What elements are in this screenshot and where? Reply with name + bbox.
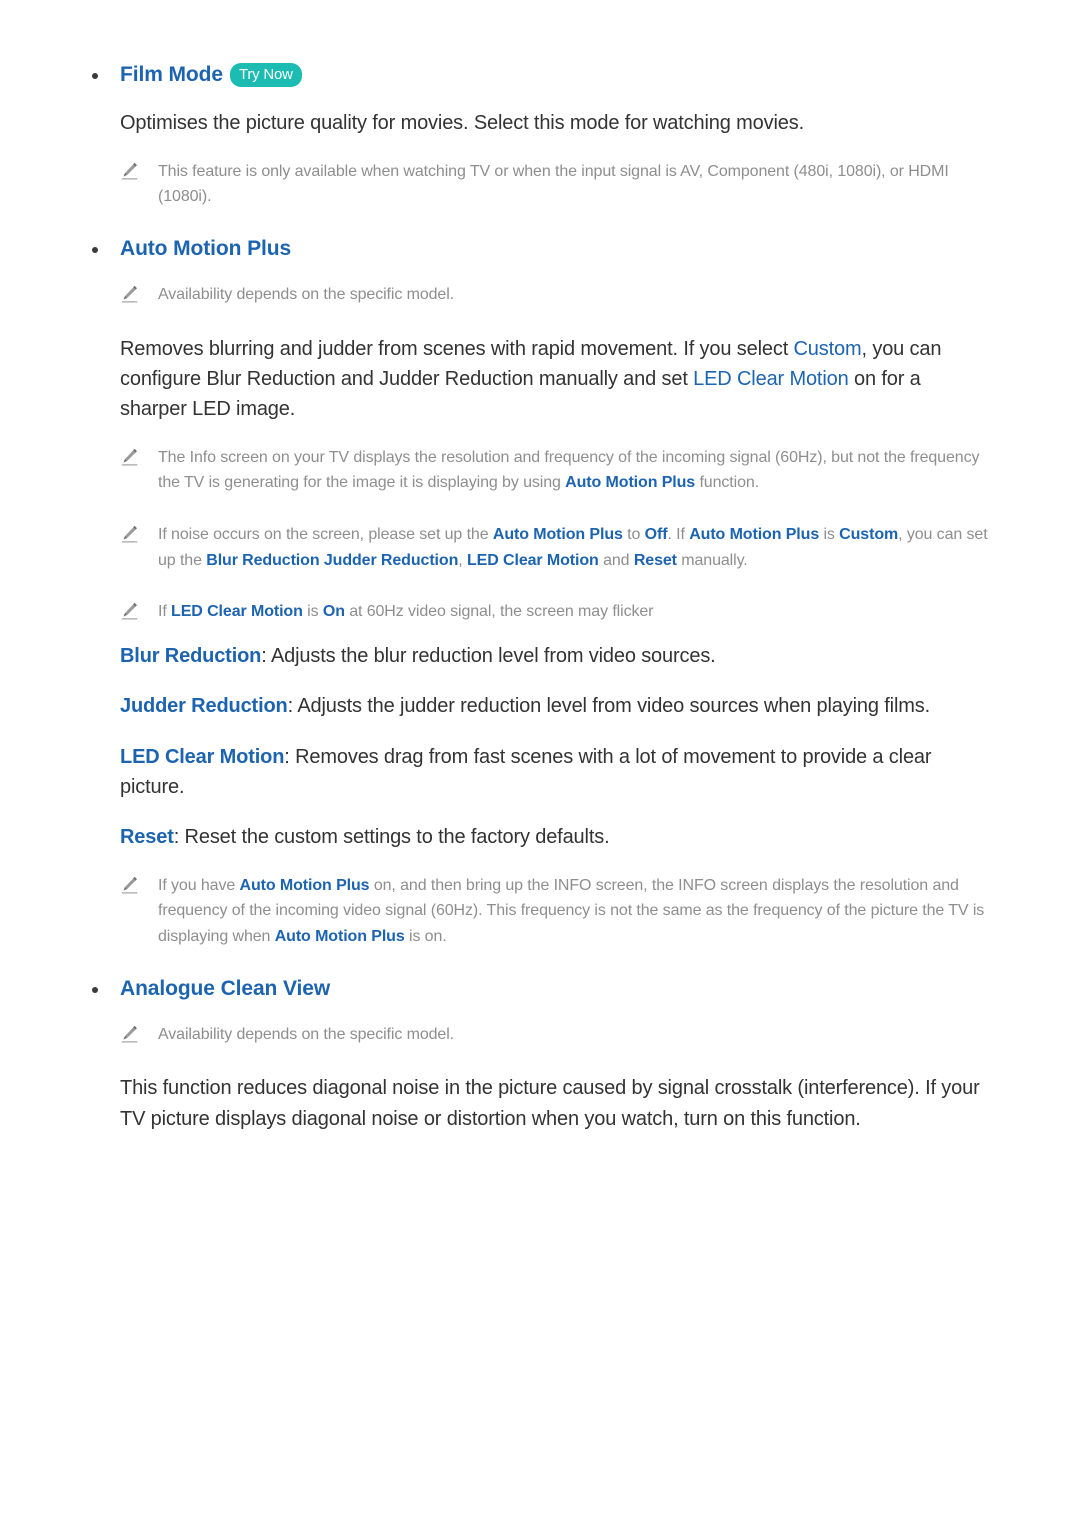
term-led-clear-motion: LED Clear Motion <box>693 368 849 391</box>
paragraph-analogue-clean-view-description: This function reduces diagonal noise in … <box>120 1077 980 1130</box>
definition-label: Blur Reduction <box>120 644 262 667</box>
note-text: If <box>158 603 172 621</box>
text-fragment: Removes blurring and judder from scenes … <box>120 337 794 360</box>
bullet-dot-icon <box>92 986 98 993</box>
note-text: is <box>302 603 323 621</box>
heading-label-auto-motion-plus: Auto Motion Plus <box>120 236 292 260</box>
pencil-icon <box>120 875 140 895</box>
note-info-screen-2: If you have Auto Motion Plus on, and the… <box>80 873 1000 950</box>
definition-reset: Reset: Reset the custom settings to the … <box>80 822 1000 852</box>
note-text: is on. <box>404 927 447 945</box>
definition-description: : Adjusts the blur reduction level from … <box>261 644 716 667</box>
bullet-dot-icon <box>92 246 98 253</box>
note-text: . If <box>667 526 690 544</box>
pencil-icon <box>120 447 140 467</box>
paragraph-film-mode-description: Optimises the picture quality for movies… <box>120 112 804 135</box>
term-auto-motion-plus: Auto Motion Plus <box>274 927 405 945</box>
heading-label-analogue-clean-view: Analogue Clean View <box>120 976 331 1000</box>
note-text: manually. <box>676 551 748 569</box>
note-text: to <box>622 526 645 544</box>
bullet-dot-icon <box>92 73 98 79</box>
section-heading-analogue-clean-view: Analogue Clean View <box>80 976 1000 1002</box>
heading-label-film-mode: Film Mode <box>120 63 223 86</box>
note-film-mode-availability: This feature is only available when watc… <box>80 159 1000 210</box>
definition-label: Judder Reduction <box>120 695 288 718</box>
note-text: Availability depends on the specific mod… <box>158 286 455 304</box>
manual-page: Film Mode Try Now Optimises the picture q… <box>0 0 1080 1527</box>
note-text: is <box>819 526 840 544</box>
section-heading-auto-motion-plus: Auto Motion Plus <box>80 236 1000 262</box>
paragraph-auto-motion-plus-description: Removes blurring and judder from scenes … <box>80 334 1000 425</box>
try-now-badge[interactable]: Try Now <box>229 63 302 87</box>
note-noise-setup: If noise occurs on the screen, please se… <box>80 522 1000 573</box>
definition-label: LED Clear Motion <box>120 745 285 768</box>
definition-blur-reduction: Blur Reduction: Adjusts the blur reducti… <box>80 641 1000 671</box>
term-auto-motion-plus: Auto Motion Plus <box>492 526 623 544</box>
term-off: Off <box>644 526 668 544</box>
note-text: If noise occurs on the screen, please se… <box>158 526 493 544</box>
term-custom: Custom <box>793 337 862 360</box>
term-on: On <box>322 603 345 621</box>
definition-description: : Adjusts the judder reduction level fro… <box>287 695 931 718</box>
pencil-icon <box>120 601 140 621</box>
definition-label: Reset <box>120 826 174 849</box>
note-analogue-clean-view-availability: Availability depends on the specific mod… <box>80 1022 1000 1048</box>
note-auto-motion-plus-availability: Availability depends on the specific mod… <box>80 282 1000 308</box>
note-text: at 60Hz video signal, the screen may fli… <box>344 603 654 621</box>
term-led-clear-motion: LED Clear Motion <box>466 551 599 569</box>
note-text: This feature is only available when watc… <box>158 162 949 206</box>
term-blur-judder-reduction: Blur Reduction Judder Reduction <box>206 551 459 569</box>
term-led-clear-motion: LED Clear Motion <box>171 603 303 621</box>
definition-led-clear-motion: LED Clear Motion: Removes drag from fast… <box>80 742 1000 803</box>
note-text: function. <box>695 474 760 492</box>
note-text: , <box>458 551 467 569</box>
definition-judder-reduction: Judder Reduction: Adjusts the judder red… <box>80 691 1000 721</box>
note-info-screen: The Info screen on your TV displays the … <box>80 445 1000 496</box>
pencil-icon <box>120 161 140 181</box>
note-text: and <box>598 551 634 569</box>
section-heading-film-mode: Film Mode Try Now <box>80 62 1000 88</box>
note-flicker: If LED Clear Motion is On at 60Hz video … <box>80 599 1000 625</box>
term-auto-motion-plus: Auto Motion Plus <box>689 526 820 544</box>
term-reset: Reset <box>633 551 677 569</box>
note-text: If you have <box>158 876 240 894</box>
term-auto-motion-plus: Auto Motion Plus <box>565 474 696 492</box>
pencil-icon <box>120 284 140 304</box>
note-text: Availability depends on the specific mod… <box>158 1025 455 1043</box>
term-custom: Custom <box>839 526 899 544</box>
definition-description: : Reset the custom settings to the facto… <box>173 826 610 849</box>
term-auto-motion-plus: Auto Motion Plus <box>239 876 370 894</box>
pencil-icon <box>120 1024 140 1044</box>
pencil-icon <box>120 524 140 544</box>
